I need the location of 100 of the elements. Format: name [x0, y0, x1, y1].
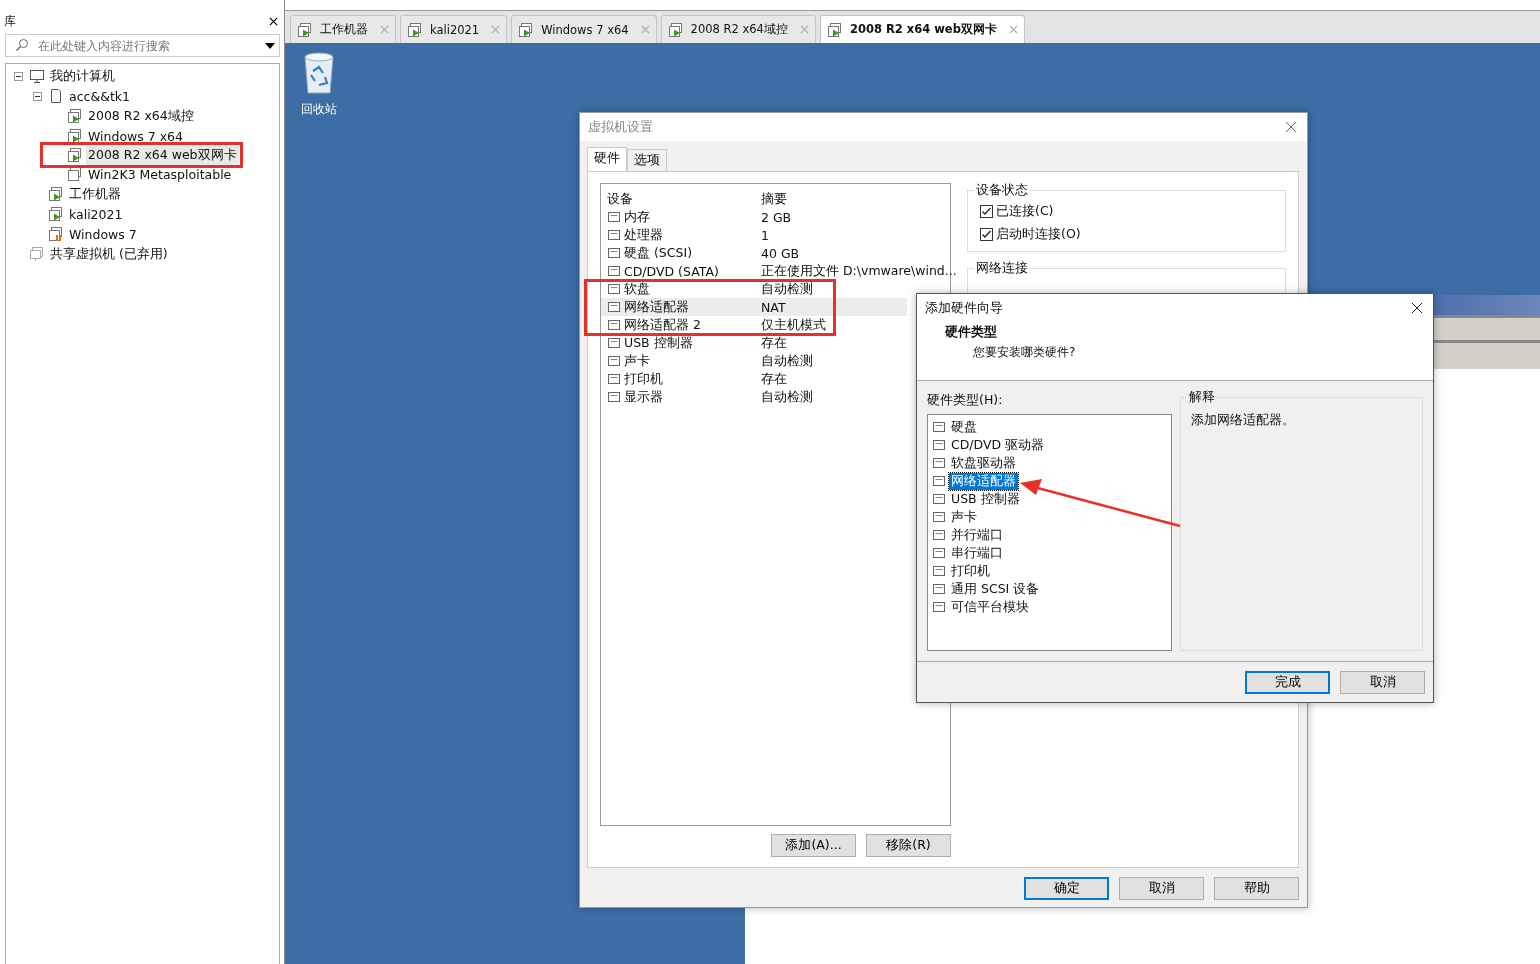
device-summary: 自动检测	[761, 280, 814, 298]
device-row[interactable]: 打印机 存在	[601, 370, 907, 388]
device-summary: 自动检测	[761, 352, 814, 370]
device-summary: 自动检测	[761, 388, 814, 406]
tab[interactable]: Windows 7 x64	[511, 15, 657, 43]
dropdown-icon[interactable]	[265, 43, 275, 49]
page-icon	[48, 88, 64, 104]
device-row[interactable]: 硬盘 (SCSI) 40 GB	[601, 244, 907, 262]
tree-item[interactable]: kali2021	[67, 205, 125, 223]
tree-item[interactable]: Win2K3 Metasploitable	[86, 165, 234, 183]
tree-item[interactable]: 我的计算机	[48, 66, 117, 86]
device-icon	[932, 492, 946, 506]
vm-icon	[518, 21, 535, 38]
device-row[interactable]: 声卡 自动检测	[601, 352, 907, 370]
tree-item[interactable]: 2008 R2 x64 web双网卡	[86, 145, 239, 165]
device-icon	[607, 372, 621, 386]
list-item[interactable]: 网络适配器	[949, 472, 1018, 490]
dialog-button[interactable]: 添加(A)...	[771, 834, 856, 857]
tree-item[interactable]: Windows 7	[67, 225, 139, 243]
device-name: 硬盘 (SCSI)	[624, 244, 692, 262]
device-icon	[932, 438, 946, 452]
dialog-button[interactable]: 移除(R)	[866, 834, 951, 857]
device-icon	[607, 354, 621, 368]
device-summary: 2 GB	[761, 209, 793, 225]
list-item[interactable]: 硬盘	[949, 418, 979, 436]
device-summary: 正在使用文件 D:\vmware\wind...	[761, 262, 958, 280]
device-row[interactable]: 软盘 自动检测	[601, 280, 907, 298]
device-summary: NAT	[761, 299, 787, 315]
list-item[interactable]: USB 控制器	[949, 490, 1022, 508]
device-row[interactable]: CD/DVD (SATA) 正在使用文件 D:\vmware\wind...	[601, 262, 961, 280]
device-icon	[607, 390, 621, 404]
desktop-icon-label[interactable]: 回收站	[301, 101, 337, 118]
tree-item[interactable]: 2008 R2 x64域控	[86, 106, 196, 126]
vm-icon	[297, 21, 313, 38]
close-icon[interactable]	[1411, 302, 1423, 314]
device-row[interactable]: USB 控制器 存在	[601, 334, 907, 352]
device-icon	[932, 546, 946, 560]
checkbox[interactable]	[980, 228, 993, 241]
tab[interactable]: 硬件	[587, 147, 627, 171]
list-item[interactable]: 软盘驱动器	[949, 454, 1018, 472]
dialog-button[interactable]: 取消	[1340, 670, 1425, 694]
device-row[interactable]: 网络适配器 2 仅主机模式	[601, 316, 907, 334]
device-row[interactable]: 显示器 自动检测	[601, 388, 907, 406]
device-row[interactable]: 处理器 1	[601, 226, 907, 244]
column-header[interactable]: 设备	[601, 190, 761, 208]
device-name: USB 控制器	[624, 334, 693, 352]
device-summary: 1	[761, 227, 770, 243]
list-item[interactable]: 串行端口	[949, 544, 1005, 562]
dialog-button[interactable]: 取消	[1119, 877, 1204, 900]
checkbox[interactable]	[980, 205, 993, 218]
wizard-subheading: 您要安装哪类硬件?	[972, 344, 1077, 361]
list-item[interactable]: 可信平台模块	[949, 598, 1031, 616]
vm-icon	[826, 21, 843, 38]
dialog-button[interactable]: 确定	[1024, 877, 1109, 900]
monitor-icon	[29, 68, 45, 84]
list-item[interactable]: 通用 SCSI 设备	[949, 580, 1042, 598]
search-field[interactable]: 在此处键入内容进行搜索	[5, 34, 280, 57]
device-icon	[932, 474, 946, 488]
list-item[interactable]: 并行端口	[949, 526, 1005, 544]
device-name: 内存	[624, 208, 650, 226]
tab[interactable]: kali2021	[400, 15, 508, 43]
list-item[interactable]: 打印机	[949, 562, 992, 580]
tree-item[interactable]: 共享虚拟机 (已弃用)	[48, 244, 170, 264]
checkbox-label[interactable]: 已连接(C)	[996, 203, 1054, 220]
column-header[interactable]: 摘要	[761, 190, 907, 208]
vm-icon	[667, 21, 684, 38]
device-summary: 存在	[761, 334, 788, 352]
group-title: 解释	[1187, 389, 1217, 406]
dialog-button[interactable]: 完成	[1245, 670, 1330, 694]
dialog-button[interactable]: 帮助	[1214, 877, 1299, 900]
collapse-icon[interactable]	[14, 71, 23, 81]
device-icon	[607, 300, 621, 314]
collapse-icon[interactable]	[33, 91, 42, 101]
tab[interactable]: 2008 R2 x64域控	[660, 15, 816, 43]
device-icon	[932, 456, 946, 470]
tab[interactable]: 工作机器	[290, 15, 396, 43]
tab[interactable]: 选项	[627, 149, 667, 171]
panel-title: 库	[4, 12, 16, 30]
list-item[interactable]: CD/DVD 驱动器	[949, 436, 1047, 454]
list-item[interactable]: 声卡	[949, 508, 979, 526]
tree-item[interactable]: acc&&tk1	[67, 87, 132, 105]
list-label: 硬件类型(H):	[927, 392, 1004, 409]
recycle-bin-icon[interactable]	[301, 51, 337, 95]
checkbox-label[interactable]: 启动时连接(O)	[996, 226, 1081, 243]
close-icon[interactable]	[269, 16, 278, 26]
search-icon	[15, 38, 29, 52]
tree-item[interactable]: 工作机器	[67, 184, 123, 204]
device-row[interactable]: 内存 2 GB	[601, 208, 907, 226]
device-icon	[932, 528, 946, 542]
device-row[interactable]: 网络适配器 NAT	[601, 298, 907, 316]
device-icon	[932, 420, 946, 434]
tree-item[interactable]: Windows 7 x64	[86, 127, 185, 145]
group-title: 网络连接	[974, 260, 1030, 277]
device-name: 打印机	[624, 370, 663, 388]
device-icon	[607, 282, 621, 296]
device-icon	[932, 510, 946, 524]
group-title: 设备状态	[974, 182, 1030, 199]
device-icon	[932, 600, 946, 614]
shared-vm-icon	[29, 246, 45, 262]
tab[interactable]: 2008 R2 x64 web双网卡	[819, 15, 1025, 43]
